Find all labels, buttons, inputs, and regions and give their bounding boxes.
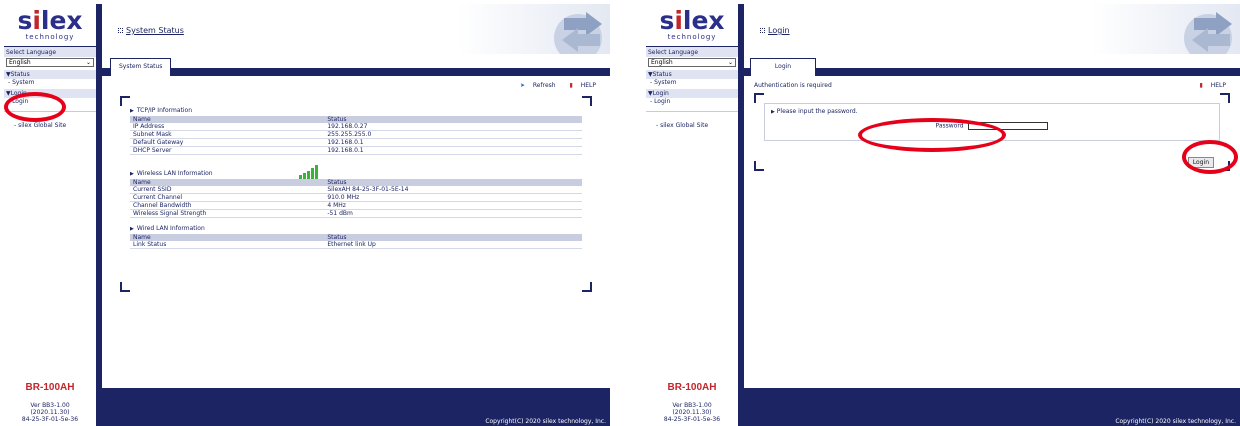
language-label: Select Language: [4, 46, 96, 57]
page-title: Login: [760, 26, 790, 35]
toolbar: ➤ Refresh ▮ HELP: [112, 76, 600, 92]
refresh-icon: ➤: [519, 82, 525, 89]
title-bullet-icon: [760, 28, 765, 33]
tab-bar: Login: [744, 54, 1240, 76]
model-name: BR-100AH: [667, 382, 717, 393]
wireless-heading: ▶ Wireless LAN Information: [130, 165, 582, 179]
title-bullet-icon: [118, 28, 123, 33]
firmware-info: Ver BB3-1.00 (2020.11.30) 84-25-3F-01-5e…: [21, 402, 79, 423]
wired-table: Name Status Link Status Ethernet link Up: [130, 234, 582, 249]
auth-message: Authentication is required: [754, 82, 832, 89]
triangle-right-icon: ▶: [130, 226, 134, 232]
refresh-button[interactable]: ➤ Refresh: [514, 82, 556, 89]
language-select[interactable]: English ⌄: [648, 58, 736, 67]
model-name: BR-100AH: [25, 382, 75, 393]
table-row: Default Gateway 192.168.0.1: [130, 138, 582, 147]
table-row: DHCP Server 192.168.0.1: [130, 146, 582, 155]
copyright: Copyright(C) 2020 silex technology, Inc.: [1115, 418, 1236, 425]
wireless-table: Name Status Current SSID SilexAH 84-25-3F-…: [130, 179, 582, 218]
arrows-decoration-icon: [554, 12, 602, 54]
menu-login-head[interactable]: ▼Login: [646, 89, 738, 98]
copyright: Copyright(C) 2020 silex technology, Inc.: [485, 418, 606, 425]
system-status-screen: silex technology Select Language English…: [4, 4, 610, 426]
tcpip-table: Name Status IP Address 192.168.0.27 Subnet…: [130, 116, 582, 155]
sidebar: silex technology Select Language English…: [4, 4, 99, 426]
triangle-right-icon: ▶: [130, 171, 134, 177]
help-book-icon: ▮: [1199, 82, 1203, 89]
chevron-down-icon: ⌄: [85, 59, 91, 66]
table-row: Current SSID SilexAH 84-25-3F-01-5E-14: [130, 186, 582, 194]
global-site-link[interactable]: - silex Global Site: [646, 111, 738, 129]
footer: Copyright(C) 2020 silex technology, Inc.: [102, 388, 610, 426]
tab-system-status[interactable]: System Status: [110, 58, 172, 76]
login-screen: silex technology Select Language English…: [646, 4, 1240, 426]
table-row: IP Address 192.168.0.27: [130, 123, 582, 131]
language-label: Select Language: [646, 46, 738, 57]
password-highlight-ellipse: [858, 118, 1006, 152]
menu-status-head[interactable]: ▼Status: [646, 70, 738, 79]
login-button-highlight-circle: [1182, 140, 1238, 174]
table-row: Current Channel 910.0 MHz: [130, 193, 582, 202]
chevron-down-icon: ⌄: [727, 59, 733, 66]
language-select[interactable]: English ⌄: [6, 58, 94, 67]
firmware-info: Ver BB3-1.00 (2020.11.30) 84-25-3F-01-5e…: [663, 402, 721, 423]
table-row: Link Status Ethernet link Up: [130, 241, 582, 249]
menu-status-head[interactable]: ▼Status: [4, 70, 96, 79]
tab-login[interactable]: Login: [750, 58, 816, 76]
page-header: System Status: [102, 4, 610, 54]
help-button[interactable]: ▮ HELP: [564, 82, 597, 89]
footer: Copyright(C) 2020 silex technology, Inc.: [744, 388, 1240, 426]
silex-logo: silex technology: [646, 4, 738, 46]
wired-heading: ▶ Wired LAN Information: [130, 225, 205, 232]
tcpip-heading: ▶ TCP/IP Information: [130, 107, 193, 114]
triangle-right-icon: ▶: [130, 108, 134, 114]
help-book-icon: ▮: [569, 82, 573, 89]
table-row: Channel Bandwidth 4 MHz: [130, 201, 582, 210]
menu-item-system[interactable]: - System: [4, 79, 96, 86]
table-row: Subnet Mask 255.255.255.0: [130, 130, 582, 139]
help-button[interactable]: ▮ HELP: [1194, 82, 1227, 89]
password-prompt: ▶ Please input the password.: [771, 108, 858, 115]
tab-bar: System Status: [102, 54, 610, 76]
page-header: Login: [744, 4, 1240, 54]
status-frame: ▶ TCP/IP Information Name Status IP Addres…: [120, 96, 592, 292]
silex-logo: silex technology: [4, 4, 96, 46]
table-row: Wireless Signal Strength -51 dBm: [130, 209, 582, 218]
menu-item-login[interactable]: - Login: [646, 98, 738, 105]
triangle-right-icon: ▶: [771, 109, 775, 115]
main-panel: System Status System Status ➤ Refresh ▮ …: [102, 4, 610, 426]
sidebar: silex technology Select Language English…: [646, 4, 741, 426]
main-panel: Login Login ▮ HELP Authentication is req…: [744, 4, 1240, 426]
signal-strength-icon: [298, 165, 318, 179]
page-title: System Status: [118, 26, 184, 35]
arrows-decoration-icon: [1184, 12, 1232, 54]
menu-item-system[interactable]: - System: [646, 79, 738, 86]
login-highlight-circle: [4, 92, 66, 122]
